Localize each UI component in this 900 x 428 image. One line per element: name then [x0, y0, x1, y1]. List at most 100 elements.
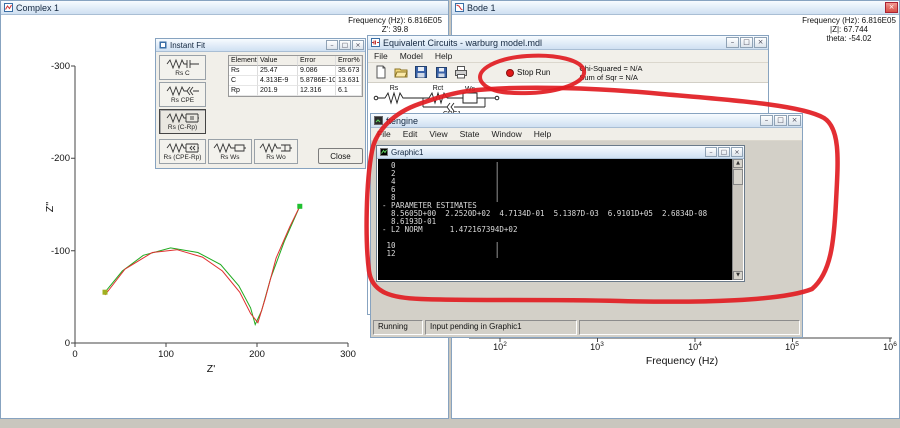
fortran-console-output[interactable]: 0 | 2 | 4 | 6 | 8 | - PARAMETER ESTIMATE…: [378, 159, 732, 280]
model-button-rs-wo[interactable]: Rs Wo: [254, 139, 298, 164]
new-file-button[interactable]: [372, 64, 389, 81]
close-dialog-button[interactable]: Close: [318, 148, 363, 164]
table-header-cell: Value: [258, 56, 298, 66]
status-spacer: [579, 320, 800, 335]
maximize-button[interactable]: □: [740, 37, 753, 48]
y-tick-label: -200: [51, 153, 70, 164]
maximize-button[interactable]: □: [339, 40, 351, 50]
save-as-icon: [434, 65, 448, 79]
complex-titlebar[interactable]: Complex 1: [1, 1, 448, 15]
menu-edit[interactable]: Edit: [397, 129, 424, 139]
graphic1-titlebar[interactable]: Graphic1 – □ ×: [377, 146, 744, 159]
minimize-button[interactable]: –: [326, 40, 338, 50]
menu-model[interactable]: Model: [394, 51, 429, 61]
tick-base: 10: [590, 342, 600, 352]
scroll-up-button[interactable]: ▲: [733, 159, 743, 168]
menu-help[interactable]: Help: [429, 51, 458, 61]
model-button-rs-cpe[interactable]: Rs CPE: [159, 82, 206, 107]
y-axis-title: Z'': [44, 202, 56, 212]
freq-tick-label: 102: [485, 341, 515, 352]
instant-fit-titlebar[interactable]: Instant Fit – □ ×: [156, 39, 365, 52]
freq-tick-label: 103: [582, 341, 612, 352]
instant-fit-dialog: Instant Fit – □ × Rs C Rs CPE Rs (C-Rp): [155, 38, 366, 169]
circuit-schematic: Rs Rct Ws CPE1: [373, 83, 505, 117]
instant-fit-icon: [159, 41, 167, 49]
bode-titlebar[interactable]: Bode 1 ×: [452, 1, 899, 15]
menu-state[interactable]: State: [454, 129, 486, 139]
save-as-button[interactable]: [432, 64, 449, 81]
ftengine-statusbar: Running Input pending in Graphic1: [373, 320, 800, 335]
menu-file[interactable]: File: [368, 51, 394, 61]
table-cell: 35.673: [336, 66, 362, 76]
model-button-label: Rs CPE: [171, 97, 194, 104]
close-button[interactable]: ×: [754, 37, 767, 48]
x-axis-title: Z': [207, 363, 215, 375]
minimize-button[interactable]: –: [726, 37, 739, 48]
console-scrollbar[interactable]: ▲ ▼: [732, 159, 743, 280]
y-tick-label: 0: [65, 338, 70, 349]
model-button-rs-ws[interactable]: Rs Ws: [208, 139, 252, 164]
ftengine-titlebar[interactable]: ftengine – □ ×: [371, 114, 802, 128]
close-button[interactable]: ×: [731, 147, 743, 157]
model-button-label: Rs (CPE-Rp): [164, 154, 202, 161]
model-button-rs-c-rp[interactable]: Rs (C-Rp): [159, 109, 206, 134]
rs-cpe-circuit-glyph: [166, 85, 200, 97]
data-marker: [297, 204, 302, 209]
sum-of-squares-value: Sum of Sqr = N/A: [579, 73, 642, 82]
minimize-button[interactable]: –: [760, 115, 773, 126]
table-header-cell: Error: [298, 56, 336, 66]
tick-base: 10: [493, 342, 503, 352]
close-button[interactable]: ×: [788, 115, 801, 126]
table-cell: Rp: [229, 86, 258, 96]
maximize-button[interactable]: □: [774, 115, 787, 126]
save-button[interactable]: [412, 64, 429, 81]
graphic1-icon: [380, 148, 388, 156]
scroll-down-button[interactable]: ▼: [733, 271, 743, 280]
series-fit: [105, 206, 300, 322]
model-button-label: Rs (C-Rp): [168, 124, 197, 131]
tick-exponent: 6: [893, 341, 897, 348]
table-cell: C: [229, 76, 258, 86]
y-tick-label: -100: [51, 246, 70, 257]
bode-close-button[interactable]: ×: [885, 2, 898, 13]
tick-base: 10: [883, 342, 893, 352]
maximize-button[interactable]: □: [718, 147, 730, 157]
print-button[interactable]: [452, 64, 469, 81]
close-button[interactable]: ×: [352, 40, 364, 50]
x-tick-label: 0: [72, 349, 77, 360]
minimize-button[interactable]: –: [705, 147, 717, 157]
menu-help[interactable]: Help: [528, 129, 557, 139]
stop-run-dot-icon: [506, 69, 514, 77]
y-tick-label: -300: [51, 61, 70, 72]
rs-cpe-rp-circuit-glyph: [166, 142, 200, 154]
table-cell: 25.47: [258, 66, 298, 76]
model-button-rs-c[interactable]: Rs C: [159, 55, 206, 80]
table-cell: 5.8786E-10: [298, 76, 336, 86]
console-line: - L2 NORM 1.472167394D+02: [382, 226, 732, 234]
menu-view[interactable]: View: [423, 129, 453, 139]
rs-c-rp-circuit-glyph: [166, 112, 200, 124]
complex-window-title: Complex 1: [16, 3, 59, 13]
model-button-rs-cpe-rp[interactable]: Rs (CPE-Rp): [159, 139, 206, 164]
scrollbar-thumb[interactable]: [733, 169, 743, 185]
circuit-label-ws: Ws: [465, 86, 476, 93]
new-file-icon: [374, 65, 388, 79]
bode-x-axis-title: Frequency (Hz): [567, 355, 797, 367]
print-icon: [454, 65, 468, 79]
tick-exponent: 3: [600, 341, 604, 348]
menu-window[interactable]: Window: [486, 129, 528, 139]
model-button-label: Rs C: [175, 70, 189, 77]
menu-file[interactable]: File: [371, 129, 397, 139]
open-folder-icon: [394, 65, 408, 79]
equivalent-circuits-titlebar[interactable]: Equivalent Circuits - warburg model.mdl …: [368, 36, 768, 50]
circuit-diagram-area[interactable]: Rs Rct Ws CPE1: [368, 83, 768, 117]
x-tick-label: 200: [249, 349, 265, 360]
ftengine-icon: [374, 116, 383, 125]
bode-window-icon: [455, 3, 464, 12]
freq-tick-label: 104: [680, 341, 710, 352]
open-button[interactable]: [392, 64, 409, 81]
status-input-pending: Input pending in Graphic1: [425, 320, 577, 335]
stop-run-button[interactable]: Stop Run: [506, 68, 550, 77]
freq-tick-label: 106: [875, 341, 900, 352]
tick-exponent: 4: [698, 341, 702, 348]
